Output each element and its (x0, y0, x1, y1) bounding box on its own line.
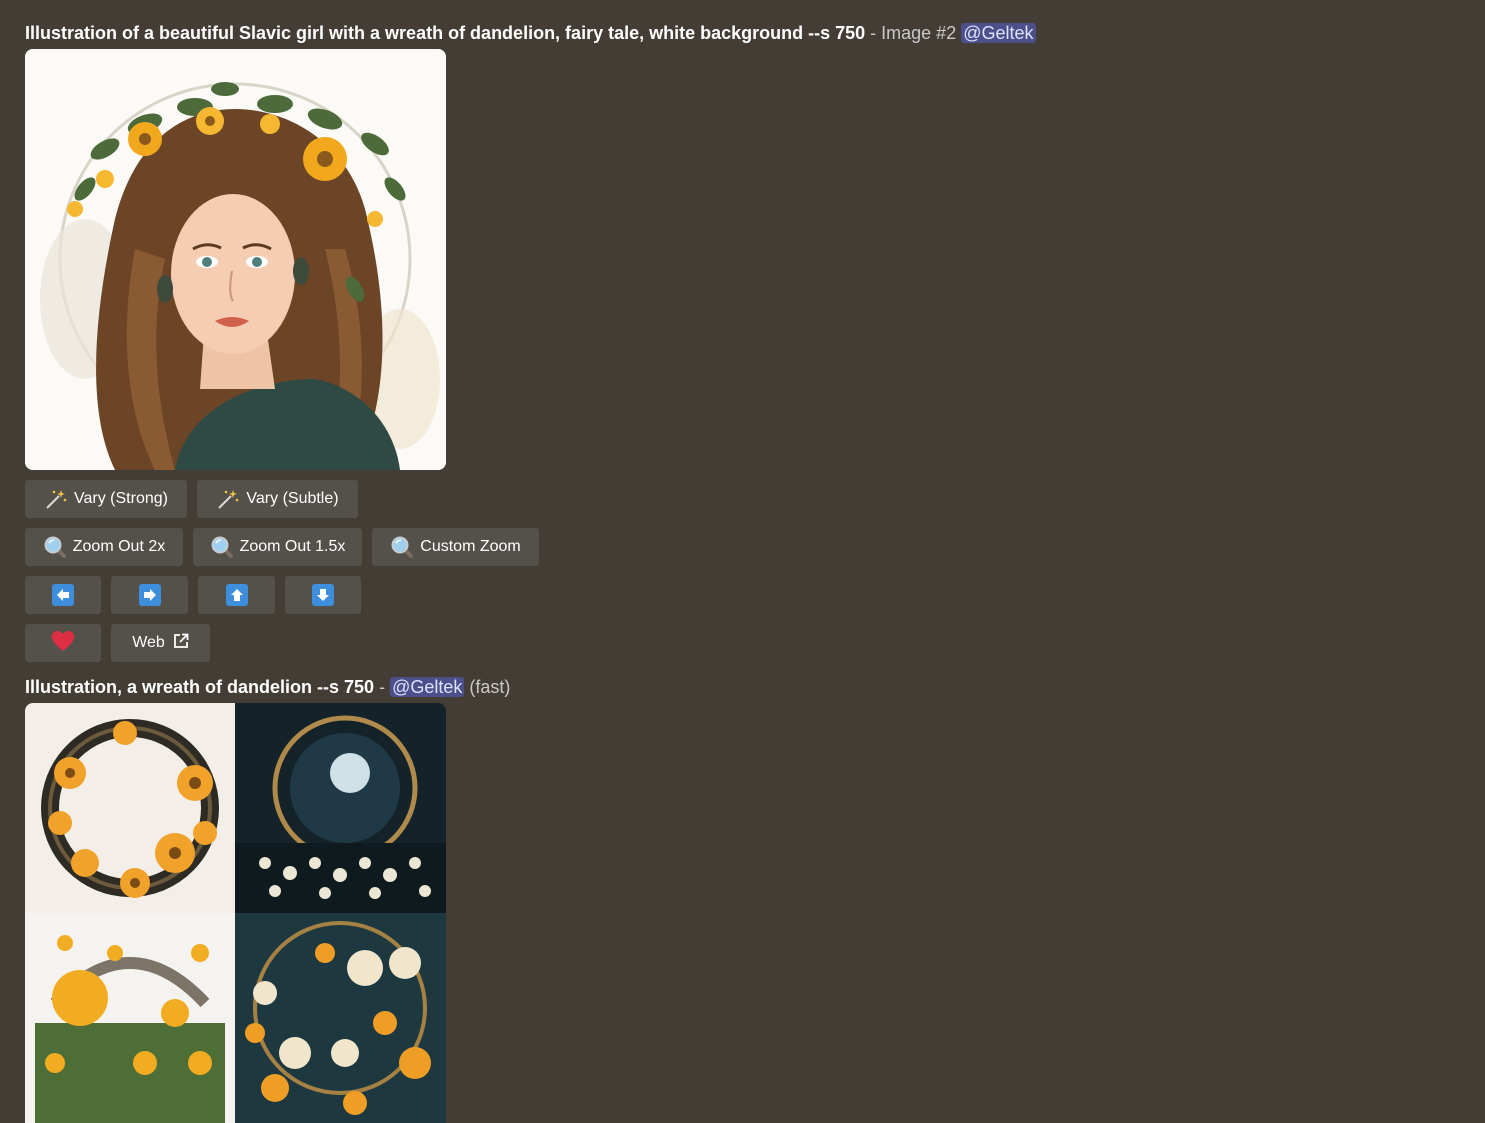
vary-strong-label: Vary (Strong) (74, 490, 168, 507)
heart-icon (50, 629, 76, 658)
favorite-button[interactable] (25, 624, 101, 662)
grid-image-2[interactable] (235, 703, 446, 913)
zoom-out-1-5x-button[interactable]: Zoom Out 1.5x (193, 528, 362, 566)
grid-image-1[interactable] (25, 703, 235, 913)
pan-left-button[interactable] (25, 576, 101, 614)
generation-mode: (fast) (469, 677, 511, 697)
pan-right-button[interactable] (111, 576, 188, 614)
arrow-right-icon (138, 584, 161, 606)
custom-zoom-label: Custom Zoom (420, 538, 521, 555)
grid-image-4[interactable] (235, 913, 446, 1123)
portrait-illustration (25, 49, 446, 470)
zoom-out-1-5x-label: Zoom Out 1.5x (239, 538, 346, 555)
upscaled-image[interactable] (25, 49, 446, 470)
zoom-out-2x-button[interactable]: Zoom Out 2x (25, 528, 183, 566)
prompt-text: Illustration, a wreath of dandelion --s … (25, 677, 375, 697)
vary-strong-button[interactable]: Vary (Strong) (25, 480, 187, 518)
magnifier-icon (390, 535, 414, 559)
external-link-icon (173, 633, 189, 654)
grid-image-3[interactable] (25, 913, 235, 1123)
arrow-down-icon (312, 584, 334, 606)
arrow-left-icon (52, 584, 74, 606)
custom-zoom-button[interactable]: Custom Zoom (372, 528, 539, 566)
separator: - (374, 677, 391, 697)
pan-up-button[interactable] (198, 576, 275, 614)
image-label: Image #2 (881, 23, 957, 43)
sparkles-icon (216, 488, 240, 510)
web-link-button[interactable]: Web (111, 624, 210, 662)
vary-subtle-label: Vary (Subtle) (246, 490, 339, 507)
message-header-1: Illustration of a beautiful Slavic girl … (25, 21, 1036, 45)
arrow-up-icon (225, 584, 248, 606)
prompt-text: Illustration of a beautiful Slavic girl … (25, 23, 866, 43)
user-mention[interactable]: @Geltek (961, 23, 1036, 43)
separator: - (865, 23, 882, 43)
magnifier-icon (43, 535, 67, 559)
pan-down-button[interactable] (285, 576, 361, 614)
vary-subtle-button[interactable]: Vary (Subtle) (197, 480, 358, 518)
web-label: Web (132, 634, 165, 651)
sparkles-icon (44, 488, 68, 510)
user-mention[interactable]: @Geltek (390, 677, 465, 697)
zoom-out-2x-label: Zoom Out 2x (72, 538, 166, 555)
message-header-2: Illustration, a wreath of dandelion --s … (25, 675, 510, 699)
image-grid[interactable] (25, 703, 446, 1123)
magnifier-icon (210, 535, 234, 559)
